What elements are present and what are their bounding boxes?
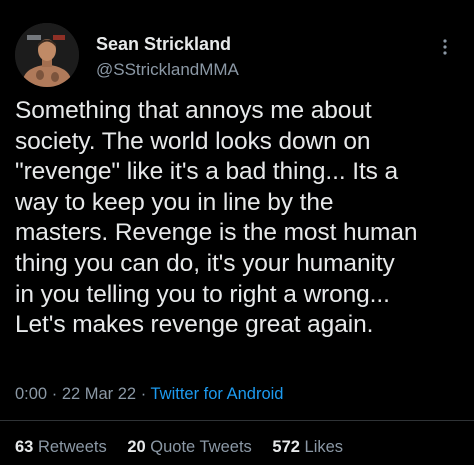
tweet-text-line: in you telling you to right a wrong... [15,280,390,308]
tweet-stats: 63 Retweets 20 Quote Tweets 572 Likes [15,438,359,457]
tweet-text: Something that annoys me about society. … [15,96,463,341]
avatar-image [15,23,79,87]
likes-count: 572 [272,438,300,456]
tweet-text-line: society. The world looks down on [15,127,371,155]
tweet-text-line: thing you can do, it's your humanity [15,249,395,277]
tweet-text-line: Let's makes revenge great again. [15,311,374,339]
display-name[interactable]: Sean Strickland [96,33,239,55]
retweets-count: 63 [15,438,34,456]
tweet-meta: 0:00 · 22 Mar 22 · Twitter for Android [15,385,283,404]
divider [0,420,474,421]
quote-tweets-count: 20 [127,438,146,456]
tweet-source-link[interactable]: Twitter for Android [151,385,284,403]
meta-separator: · [51,385,58,403]
avatar[interactable] [15,23,79,87]
meta-separator: · [140,385,147,403]
likes-stat[interactable]: 572 Likes [272,438,343,456]
author-names: Sean Strickland @SStricklandMMA [96,33,239,81]
quote-tweets-label: Quote Tweets [150,438,252,456]
user-handle[interactable]: @SStricklandMMA [96,59,239,81]
more-vertical-icon[interactable] [435,33,455,61]
quote-tweets-stat[interactable]: 20 Quote Tweets [127,438,251,456]
tweet-text-line: way to keep you in line by the [15,188,334,216]
tweet-text-line: masters. Revenge is the most human [15,219,418,247]
tweet-card: Sean Strickland @SStricklandMMA Somethin… [0,0,474,465]
retweets-label: Retweets [37,438,107,456]
tweet-text-line: Something that annoys me about [15,97,372,124]
tweet-text-line: "revenge" like it's a bad thing... Its a [15,158,399,186]
retweets-stat[interactable]: 63 Retweets [15,438,107,456]
tweet-header: Sean Strickland @SStricklandMMA [15,23,459,95]
likes-label: Likes [304,438,344,456]
tweet-date[interactable]: 22 Mar 22 [62,385,136,403]
tweet-time[interactable]: 0:00 [15,385,47,403]
